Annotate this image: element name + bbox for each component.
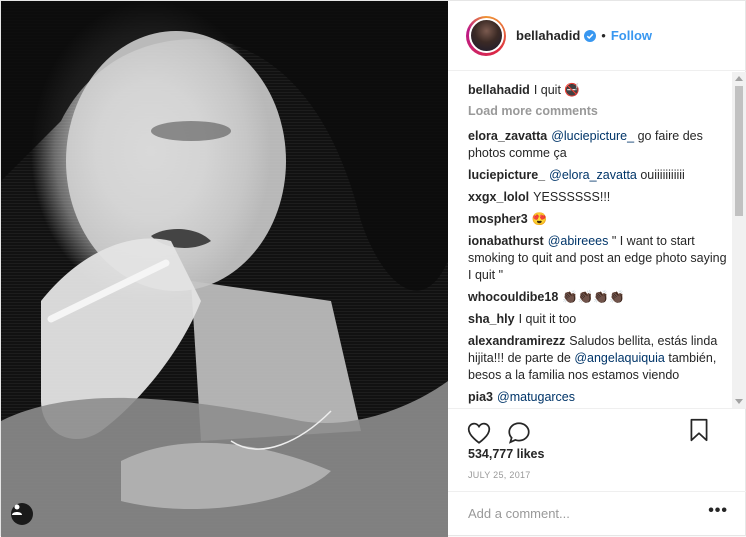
list-item: whocouldibe18 👏🏿👏🏿👏🏿👏🏿 [468, 289, 728, 306]
comment-author[interactable]: mospher3 [468, 212, 528, 226]
comment-text: I quit it too [518, 312, 577, 326]
comment-icon[interactable] [506, 420, 532, 446]
post-photo[interactable] [1, 1, 448, 537]
verified-badge-icon [584, 29, 597, 42]
comment-mention[interactable]: @matugarces [497, 390, 575, 404]
heart-icon[interactable] [466, 420, 492, 446]
author-username[interactable]: bellahadid [516, 28, 580, 43]
avatar[interactable] [466, 15, 506, 56]
follow-button[interactable]: Follow [611, 28, 652, 43]
list-item: pia3 @matugarces [468, 389, 728, 406]
post-header: bellahadid • Follow [448, 1, 746, 71]
list-item: elora_zavatta @luciepicture_ go faire des… [468, 128, 728, 162]
comment-mention[interactable]: @angelaquiquia [574, 351, 665, 365]
comments-scrollbar[interactable] [732, 72, 746, 408]
list-item: mospher3 😍 [468, 211, 728, 228]
comment-mention[interactable]: @luciepicture_ [551, 129, 634, 143]
list-item: alexandramirezz Saludos bellita, estás li… [468, 333, 728, 384]
comment-text: YESSSSSS!!! [533, 190, 611, 204]
post-date[interactable]: JULY 25, 2017 [468, 470, 531, 480]
comment-author[interactable]: alexandramirezz [468, 334, 565, 348]
photo-illustration [1, 1, 448, 537]
instagram-post: bellahadid • Follow bellahadid I quit 🚭 L… [0, 0, 746, 537]
list-item: ionabathurst @abireees " I want to start … [468, 233, 728, 284]
comment-author[interactable]: pia3 [468, 390, 493, 404]
bookmark-icon[interactable] [686, 417, 712, 443]
caption: bellahadid I quit 🚭 [468, 82, 728, 99]
more-options-icon[interactable]: ••• [708, 502, 728, 520]
comment-mention[interactable]: @elora_zavatta [549, 168, 637, 182]
post-actions [448, 408, 746, 448]
comments-list[interactable]: bellahadid I quit 🚭 Load more comments el… [448, 72, 746, 408]
comment-author[interactable]: xxgx_lolol [468, 190, 529, 204]
list-item: luciepicture_ @elora_zavatta ouiiiiiiiiii… [468, 167, 728, 184]
comment-text: 😍 [531, 212, 548, 226]
comment-text: ouiiiiiiiiiii [636, 168, 685, 182]
list-item: xxgx_lolol YESSSSSS!!! [468, 189, 728, 206]
scroll-up-icon[interactable] [735, 76, 743, 81]
load-more-comments-button[interactable]: Load more comments [468, 104, 728, 118]
comment-mention[interactable]: @abireees [548, 234, 609, 248]
separator-dot: • [601, 28, 606, 43]
comment-author[interactable]: whocouldibe18 [468, 290, 558, 304]
caption-author[interactable]: bellahadid [468, 83, 530, 97]
comment-text: 👏🏿👏🏿👏🏿👏🏿 [562, 290, 625, 304]
comment-author[interactable]: elora_zavatta [468, 129, 547, 143]
likes-count[interactable]: 534,777 likes [468, 447, 544, 461]
list-item: sha_hly I quit it too [468, 311, 728, 328]
scrollbar-thumb[interactable] [735, 86, 743, 216]
post-sidebar: bellahadid • Follow bellahadid I quit 🚭 L… [448, 1, 746, 535]
add-comment-bar: ••• [448, 491, 746, 535]
comment-author[interactable]: sha_hly [468, 312, 515, 326]
comment-author[interactable]: luciepicture_ [468, 168, 545, 182]
comment-input[interactable] [468, 506, 709, 521]
caption-text: I quit 🚭 [533, 83, 580, 97]
user-tag-icon[interactable] [11, 503, 33, 525]
comment-author[interactable]: ionabathurst [468, 234, 544, 248]
scroll-down-icon[interactable] [735, 399, 743, 404]
